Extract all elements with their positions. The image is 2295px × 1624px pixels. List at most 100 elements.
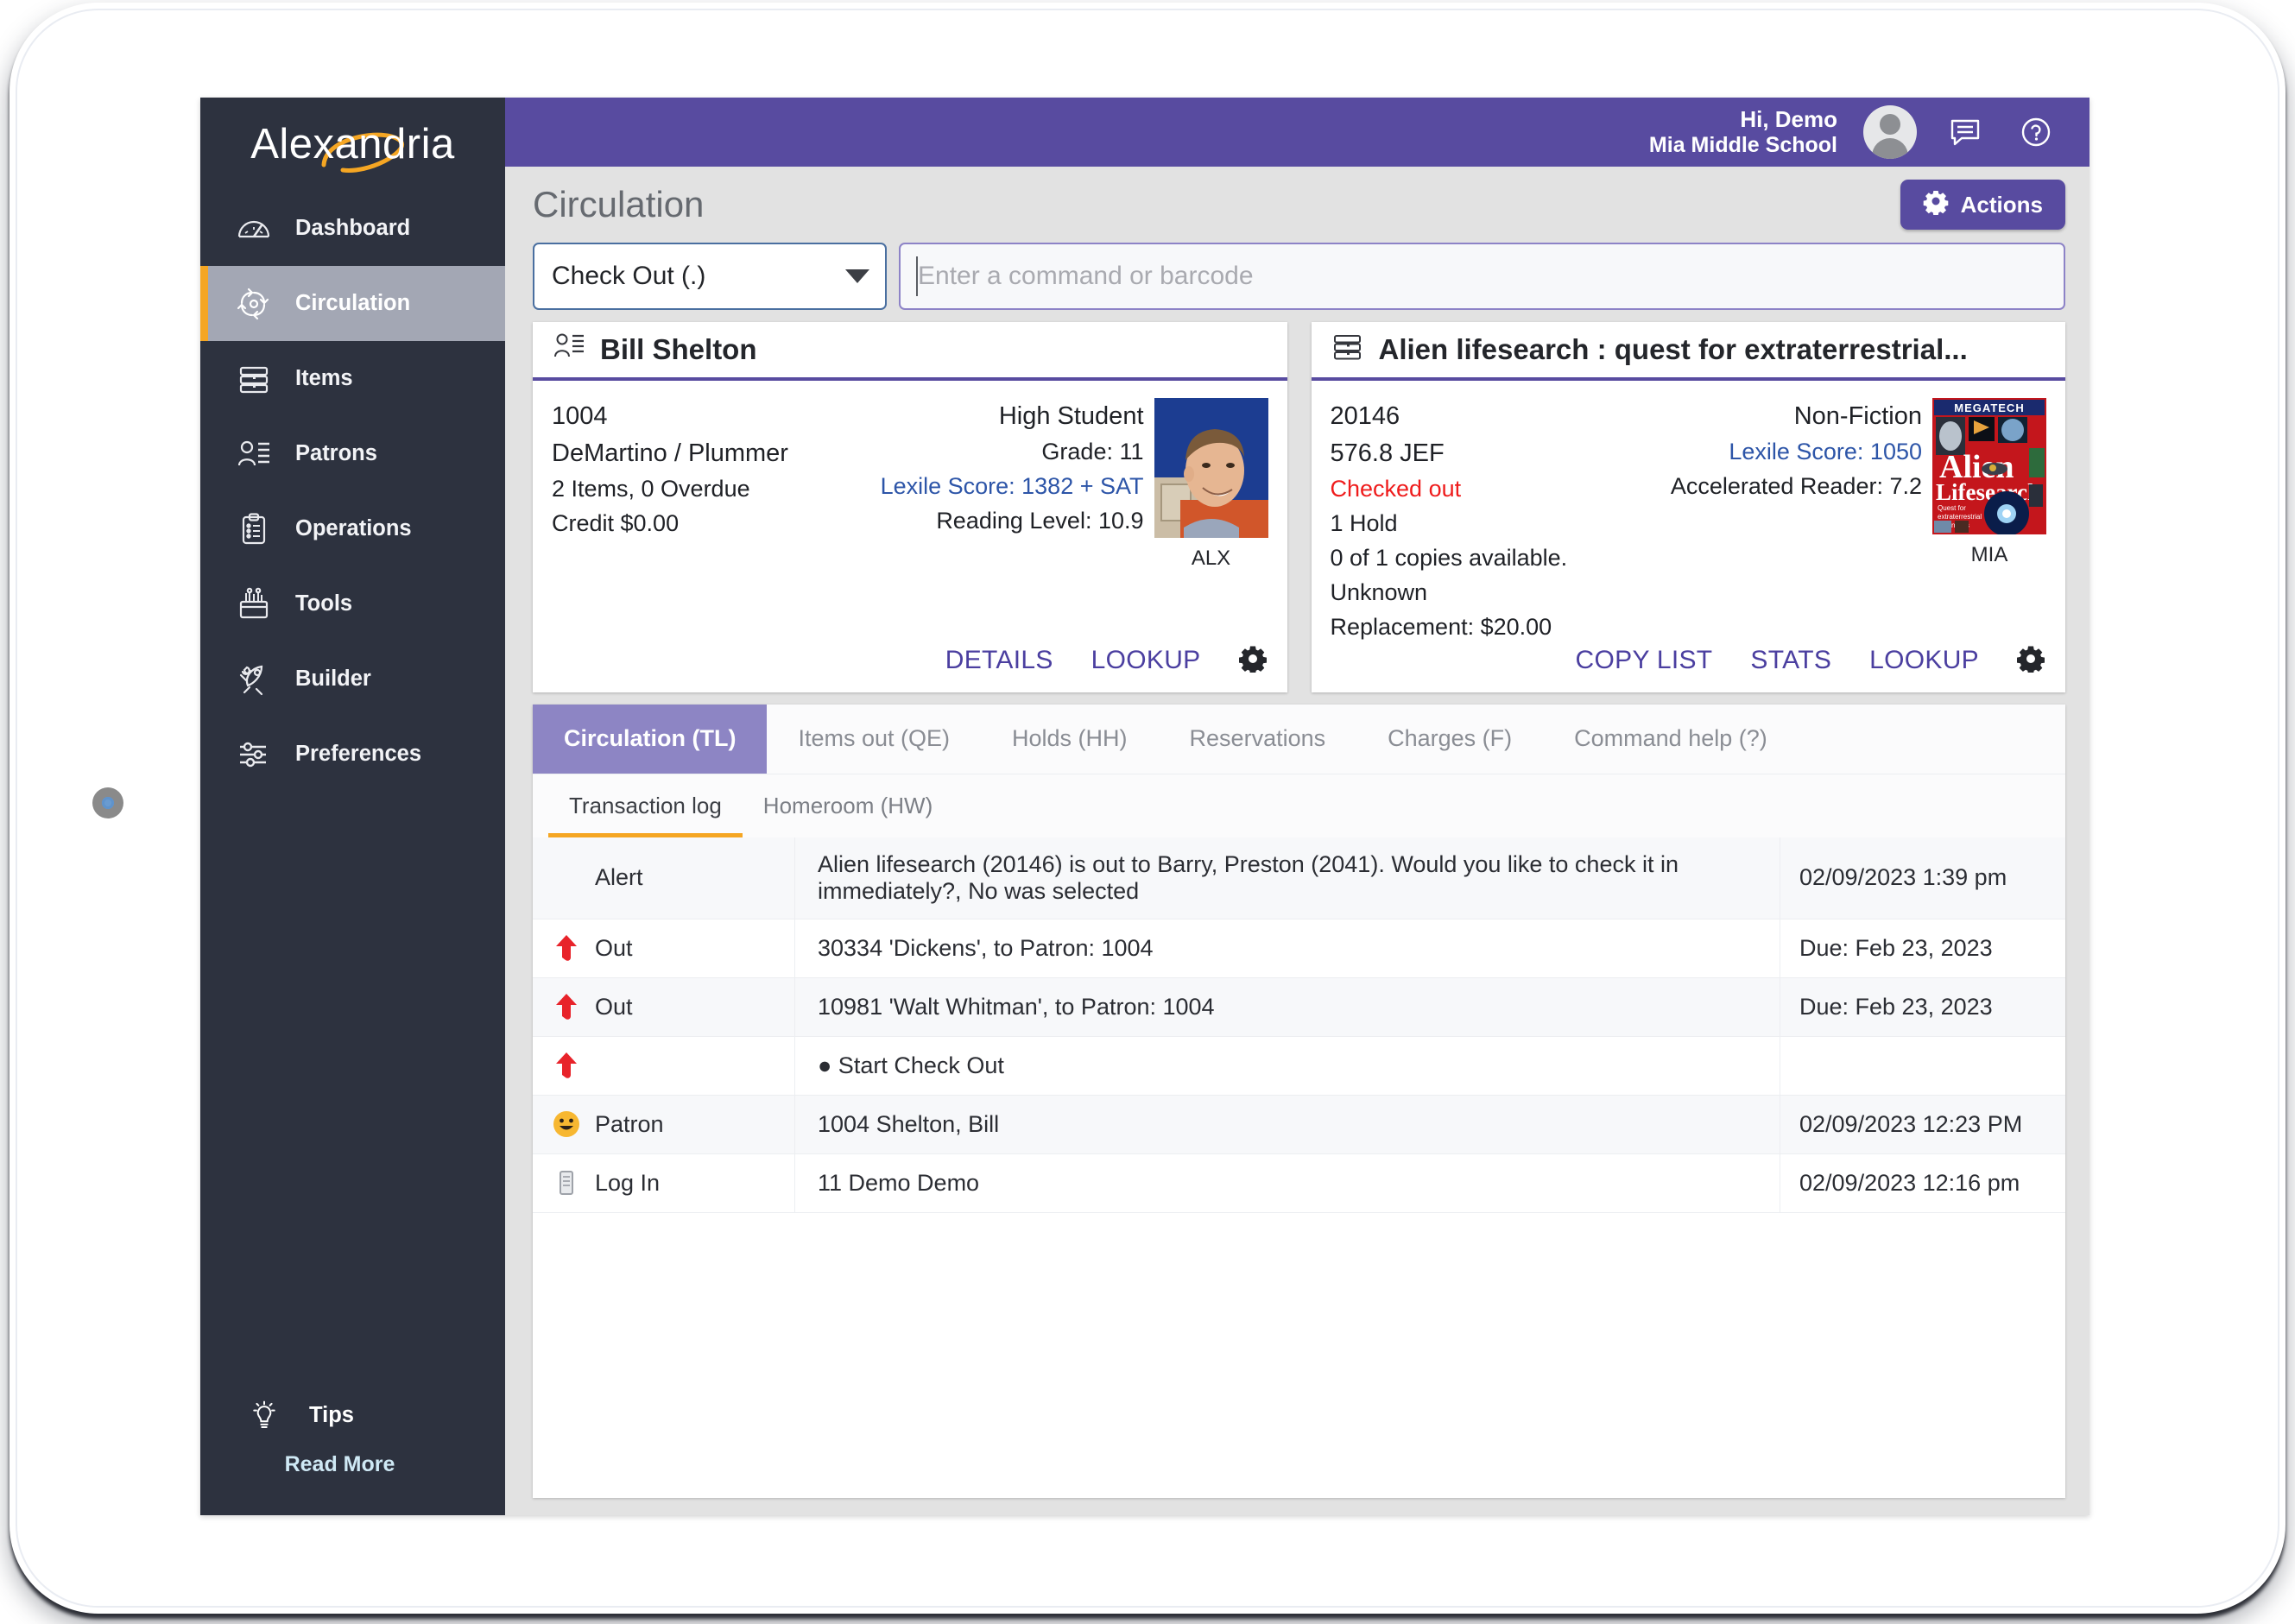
- greeting-text: Hi, Demo: [1740, 106, 1837, 133]
- gear-icon[interactable]: [2016, 645, 2045, 677]
- message-icon[interactable]: [1943, 110, 1988, 155]
- table-row[interactable]: Out 30334 'Dickens', to Patron: 1004 Due…: [533, 919, 2065, 978]
- sidebar-item-patrons[interactable]: Patrons: [200, 416, 505, 491]
- table-row[interactable]: ● Start Check Out: [533, 1036, 2065, 1096]
- item-replacement: Replacement: $20.00: [1330, 613, 1552, 640]
- row-description: Alien lifesearch (20146) is out to Barry…: [795, 837, 1780, 919]
- read-more-link[interactable]: Read More: [200, 1452, 505, 1515]
- tab-charges-f[interactable]: Charges (F): [1356, 705, 1543, 774]
- item-primary-info: 20146 576.8 JEF Checked out 1 Hold 0 of …: [1331, 398, 1671, 645]
- sidebar-item-builder[interactable]: Builder: [200, 641, 505, 717]
- tab-command-help[interactable]: Command help (?): [1543, 705, 1799, 774]
- sidebar-item-operations[interactable]: Operations: [200, 491, 505, 566]
- patron-items-count: 2 Items, 0 Overdue: [552, 475, 750, 502]
- item-cover-image: MEGATECH Alien Lifesearch Quest for extr…: [1932, 398, 2046, 534]
- sidebar-item-tips[interactable]: Tips: [200, 1378, 505, 1452]
- subtab-homeroom-hw[interactable]: Homeroom (HW): [743, 774, 953, 837]
- command-input[interactable]: Enter a command or barcode: [899, 243, 2065, 310]
- table-row[interactable]: Out 10981 'Walt Whitman', to Patron: 100…: [533, 977, 2065, 1037]
- tab-holds-hh[interactable]: Holds (HH): [981, 705, 1159, 774]
- table-row[interactable]: Log In 11 Demo Demo 02/09/2023 12:16 pm: [533, 1153, 2065, 1213]
- sidebar: Alexandria Dashboard Circulation Items P…: [200, 98, 505, 1515]
- sidebar-item-circulation[interactable]: Circulation: [200, 266, 505, 341]
- sidebar-item-label: Tools: [295, 591, 353, 616]
- row-time: 02/09/2023 1:39 pm: [1799, 864, 2007, 891]
- avatar[interactable]: [1863, 105, 1917, 159]
- row-time: Due: Feb 23, 2023: [1799, 934, 1993, 961]
- item-lexile[interactable]: Lexile Score: 1050: [1729, 435, 1922, 470]
- clipboard-icon: [235, 510, 273, 548]
- item-cover-block: MEGATECH Alien Lifesearch Quest for extr…: [1932, 398, 2046, 645]
- patron-secondary-info: High Student Grade: 11 Lexile Score: 138…: [881, 398, 1144, 645]
- help-icon[interactable]: [2014, 110, 2058, 155]
- patron-card-header: Bill Shelton: [533, 322, 1287, 381]
- app-logo-text: Alexandria: [250, 121, 455, 167]
- row-type: Out: [595, 977, 795, 1036]
- sub-tab-bar: Transaction log Homeroom (HW): [533, 773, 2065, 837]
- row-icon-cell: [533, 837, 595, 919]
- actions-button[interactable]: Actions: [1900, 180, 2065, 230]
- row-description: 10981 'Walt Whitman', to Patron: 1004: [795, 977, 1780, 1036]
- patron-credit: Credit $0.00: [552, 509, 680, 536]
- table-row[interactable]: Alert Alien lifesearch (20146) is out to…: [533, 837, 2065, 919]
- patron-lookup-link[interactable]: LOOKUP: [1091, 646, 1201, 675]
- patron-photo-block: ALX: [1154, 398, 1268, 645]
- row-time: Due: Feb 23, 2023: [1799, 993, 1993, 1020]
- item-holds: 1 Hold: [1330, 509, 1398, 536]
- patron-site-code: ALX: [1191, 547, 1231, 570]
- table-row[interactable]: Patron 1004 Shelton, Bill 02/09/2023 12:…: [533, 1095, 2065, 1154]
- sidebar-item-dashboard[interactable]: Dashboard: [200, 191, 505, 266]
- item-call-number: 576.8 JEF: [1330, 439, 1445, 467]
- gear-icon[interactable]: [1238, 645, 1267, 677]
- top-header-bar: Hi, Demo Mia Middle School: [505, 98, 2090, 167]
- tab-circulation-tl[interactable]: Circulation (TL): [533, 704, 768, 774]
- tab-reservations[interactable]: Reservations: [1159, 705, 1357, 774]
- row-type: Log In: [595, 1153, 795, 1212]
- row-type: [595, 1036, 795, 1095]
- command-mode-select[interactable]: Check Out (.): [533, 243, 887, 310]
- patron-details-link[interactable]: DETAILS: [945, 646, 1053, 675]
- patron-icon: [552, 329, 586, 370]
- sidebar-item-label: Tips: [309, 1402, 354, 1427]
- svg-text:Quest for: Quest for: [1938, 504, 1966, 512]
- svg-text:extraterrestrial: extraterrestrial: [1938, 513, 1982, 521]
- sliders-icon: [235, 736, 273, 774]
- item-copies: 0 of 1 copies available.: [1330, 544, 1568, 571]
- row-time: [1780, 1037, 2065, 1095]
- patron-photo: [1154, 398, 1268, 538]
- item-card-title: Alien lifesearch : quest for extraterres…: [1378, 333, 1968, 365]
- sidebar-item-label: Patrons: [295, 441, 377, 465]
- sidebar-item-tools[interactable]: Tools: [200, 566, 505, 641]
- tab-items-out-qe[interactable]: Items out (QE): [767, 705, 981, 774]
- sidebar-item-preferences[interactable]: Preferences: [200, 717, 505, 792]
- patron-policy: High Student: [998, 402, 1144, 430]
- item-lookup-link[interactable]: LOOKUP: [1869, 646, 1979, 675]
- chevron-down-icon: [845, 269, 869, 283]
- sidebar-item-label: Builder: [295, 667, 371, 691]
- rocket-wrench-icon: [235, 660, 273, 698]
- command-input-placeholder: Enter a command or barcode: [918, 262, 1254, 290]
- sidebar-item-items[interactable]: Items: [200, 341, 505, 416]
- books-icon: [235, 360, 273, 398]
- page-title: Circulation: [533, 184, 705, 224]
- subtab-transaction-log[interactable]: Transaction log: [548, 774, 743, 837]
- item-location: Unknown: [1330, 578, 1428, 605]
- gear-caret-icon: [1923, 189, 1949, 221]
- svg-text:MEGATECH: MEGATECH: [1954, 401, 2024, 414]
- gauge-icon: [235, 210, 273, 248]
- item-copy-list-link[interactable]: COPY LIST: [1576, 646, 1713, 675]
- row-time: 02/09/2023 12:16 pm: [1799, 1169, 2020, 1196]
- patron-icon: [235, 435, 273, 473]
- lightbulb-icon: [245, 1396, 283, 1434]
- item-card: Alien lifesearch : quest for extraterres…: [1311, 322, 2065, 692]
- smiley-icon: [533, 1096, 595, 1153]
- transaction-log-table: Alert Alien lifesearch (20146) is out to…: [533, 837, 2065, 1498]
- command-bar: Check Out (.) Enter a command or barcode: [505, 243, 2090, 310]
- patron-lexile[interactable]: Lexile Score: 1382 + SAT: [881, 470, 1144, 504]
- row-type: Out: [595, 919, 795, 977]
- app-logo[interactable]: Alexandria: [200, 98, 505, 191]
- row-type: Patron: [595, 1095, 795, 1153]
- patron-primary-info: 1004 DeMartino / Plummer 2 Items, 0 Over…: [552, 398, 881, 645]
- item-stats-link[interactable]: STATS: [1750, 646, 1831, 675]
